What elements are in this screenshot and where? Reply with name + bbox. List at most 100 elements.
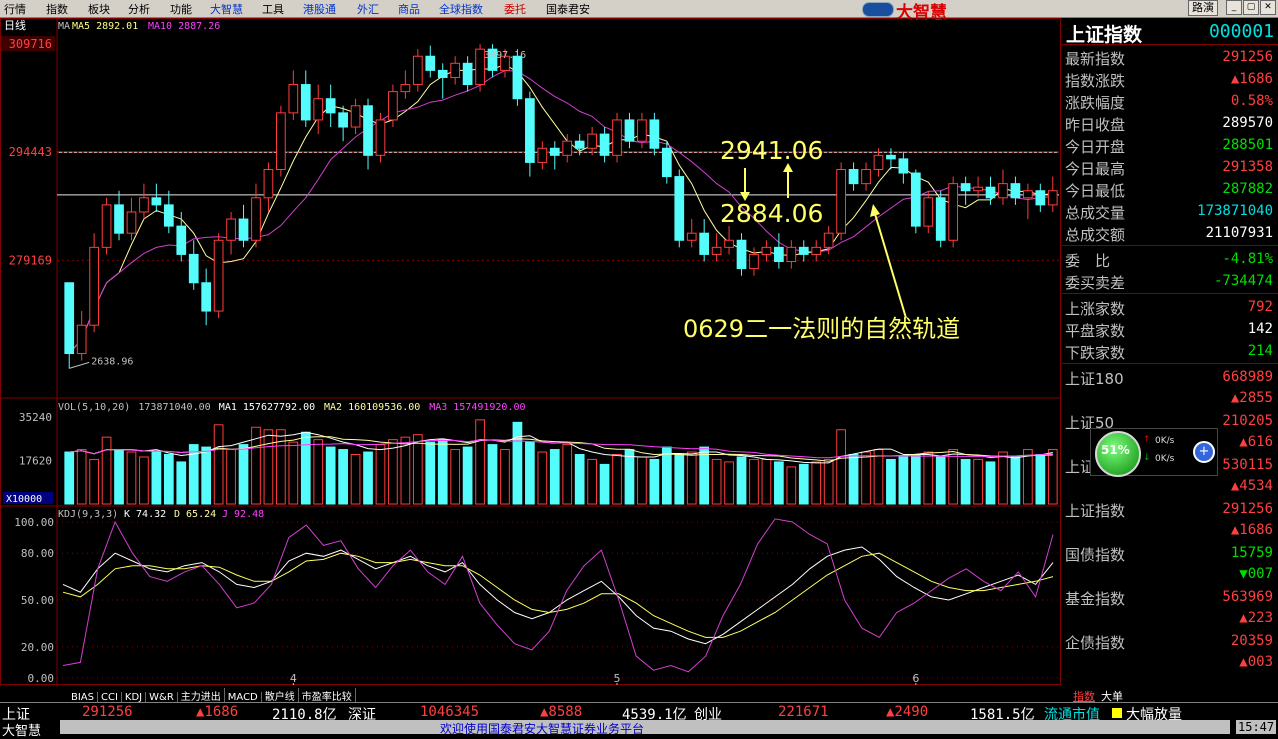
menu-item-9[interactable]: 商品: [398, 1, 420, 17]
candle-53: [724, 226, 734, 255]
index-item-3[interactable]: 上证指数 291256 ▲1686: [1062, 498, 1276, 542]
candle-body-70: [935, 197, 946, 241]
volume-bar-58: [786, 466, 797, 505]
candle-body-66: [886, 154, 896, 160]
speed-percent: 51%: [1101, 443, 1130, 457]
menu-item-1[interactable]: 指数: [46, 1, 68, 17]
ma5-header: MA5 2892.01: [72, 21, 138, 32]
menu-item-8[interactable]: 外汇: [357, 1, 379, 17]
candle-17: [276, 105, 286, 177]
vol-header-3: MA2 160109536.00: [324, 402, 420, 413]
indicator-tab-6[interactable]: 散户线: [262, 688, 299, 703]
candle-14: [238, 204, 249, 248]
candle-body-1: [76, 324, 87, 355]
volume-bar-76: [1010, 456, 1021, 505]
indicator-tab-7[interactable]: 市盈率比较: [299, 688, 356, 703]
menu-item-12[interactable]: 国泰君安: [546, 1, 590, 17]
candle-body-20: [313, 98, 324, 121]
volume-bar-31: [450, 449, 461, 505]
index-item-0[interactable]: 上证180 668989 ▲2855: [1062, 366, 1276, 410]
breadth-label: 下跌家数: [1065, 344, 1126, 362]
menu-item-0[interactable]: 行情: [4, 1, 26, 17]
candle-21: [325, 84, 336, 128]
maximize-button[interactable]: ▢: [1243, 0, 1259, 15]
menu-item-3[interactable]: 分析: [128, 1, 150, 17]
breadth-row-1: 平盘家数 142: [1062, 318, 1276, 340]
volume-bar-36: [512, 421, 523, 505]
menu-item-10[interactable]: 全球指数: [439, 1, 483, 17]
add-button[interactable]: +: [1193, 441, 1215, 463]
candle-46: [637, 112, 647, 149]
kdj-axis-1: 80.00: [21, 547, 54, 560]
menu-item-5[interactable]: 大智慧: [210, 1, 243, 17]
stock-chart[interactable]: 309716 294443 279169 日线 MA MA5 2892.01 MA10 28…: [0, 18, 1062, 685]
volume-bar-63: [848, 454, 859, 505]
index-item-change: ▲616: [1239, 434, 1273, 450]
kdj-header: KDJ(9,3,3): [58, 509, 118, 520]
candle-body-75: [998, 183, 1008, 199]
candle-body-30: [437, 69, 448, 78]
volume-bar-0: [64, 451, 75, 505]
menu-item-7[interactable]: 港股通: [303, 1, 336, 17]
volume-bar-45: [624, 449, 635, 505]
candle-62: [836, 162, 846, 241]
volume-bar-55: [749, 458, 759, 505]
candle-body-77: [1023, 190, 1033, 199]
menu-item-2[interactable]: 板块: [88, 1, 110, 17]
price-axis-label-0: 309716: [9, 37, 52, 51]
candle-body-16: [263, 168, 274, 199]
candle-body-49: [674, 176, 685, 241]
candle-body-13: [226, 218, 236, 241]
candle-6: [139, 183, 149, 220]
index-item-4[interactable]: 国债指数 15759 ▼007: [1062, 542, 1276, 586]
volume-bar-65: [873, 449, 884, 505]
candle-13: [226, 211, 236, 255]
candle-body-32: [462, 62, 473, 86]
quote-label: 最新指数: [1065, 50, 1126, 68]
volume-bar-69: [923, 451, 934, 505]
bottom-left-label: 大智慧: [2, 724, 42, 739]
candle-60: [811, 240, 822, 262]
quote-label: 指数涨跌: [1065, 72, 1126, 90]
candle-body-25: [375, 119, 386, 156]
candle-body-2: [89, 246, 99, 326]
volume-bar-70: [935, 456, 946, 505]
order-value: -4.81%: [1222, 251, 1273, 267]
index-item-5[interactable]: 基金指数 563969 ▲223: [1062, 586, 1276, 630]
menu-item-6[interactable]: 工具: [262, 1, 284, 17]
candle-50: [686, 219, 697, 248]
candle-body-63: [848, 168, 859, 185]
ma10-header: MA10 2887.26: [148, 21, 220, 32]
close-button[interactable]: ✕: [1260, 0, 1276, 15]
volume-bar-43: [599, 463, 610, 505]
volume-bar-8: [163, 454, 174, 505]
panel-separator: [1062, 363, 1278, 364]
quote-row-2: 涨跌幅度 0.58%: [1062, 90, 1276, 112]
volume-bar-9: [176, 461, 187, 505]
panel-separator: [1062, 245, 1278, 246]
candle-body-67: [898, 158, 909, 174]
candle-body-62: [836, 168, 846, 234]
breadth-label: 上涨家数: [1065, 300, 1126, 318]
roadshow-button[interactable]: 路演: [1188, 0, 1218, 16]
network-speed-widget[interactable]: 51% ↑ 0K/s ↓ 0K/s +: [1090, 428, 1218, 477]
volume-bar-27: [400, 436, 411, 505]
indicator-tab-4[interactable]: 主力进出: [178, 688, 225, 703]
minimize-button[interactable]: _: [1226, 0, 1242, 15]
volume-bar-59: [798, 463, 809, 505]
candle-body-51: [699, 232, 710, 255]
menu-item-11[interactable]: 委托: [504, 1, 526, 17]
quote-label: 总成交额: [1065, 226, 1126, 244]
candle-body-65: [873, 154, 884, 170]
candle-body-27: [400, 84, 411, 93]
volume-bar-49: [674, 454, 685, 505]
down-arrow-icon: ↓: [1143, 453, 1151, 463]
volume-bar-23: [350, 454, 361, 505]
candle-body-22: [338, 112, 348, 128]
index-item-change: ▲2855: [1230, 390, 1273, 406]
candle-body-7: [151, 197, 162, 206]
menu-item-4[interactable]: 功能: [170, 1, 192, 17]
index-item-label: 基金指数: [1065, 590, 1126, 608]
index-item-value: 563969: [1222, 589, 1273, 605]
index-item-6[interactable]: 企债指数 20359 ▲003: [1062, 630, 1276, 674]
